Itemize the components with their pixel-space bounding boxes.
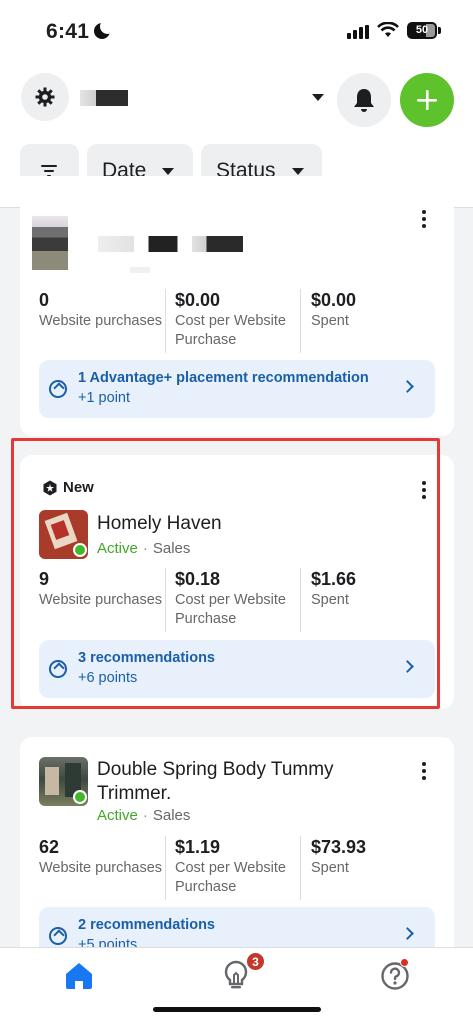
cellular-signal-icon <box>347 25 369 39</box>
insights-count-badge: 3 <box>246 952 265 971</box>
status-time: 6:41 <box>46 20 90 43</box>
metric-value: $1.66 <box>311 569 357 589</box>
campaign-objective: Sales <box>152 807 191 824</box>
metric-value: 62 <box>39 837 60 857</box>
new-badge-label: New <box>63 479 94 496</box>
campaign-metrics: 0 Website purchases $0.00 Cost per Websi… <box>39 289 436 353</box>
notification-dot <box>400 958 409 967</box>
campaign-name: Double Spring Body Tummy Trimmer. <box>97 759 334 804</box>
metric-label: Website purchases <box>39 313 163 329</box>
arrow-up-circle-icon <box>49 660 67 678</box>
metric-value: 9 <box>39 569 50 589</box>
metric-label: Cost per Website Purchase <box>175 592 286 627</box>
metric-label: Cost per Website Purchase <box>175 860 286 895</box>
campaign-status: Active <box>97 540 138 557</box>
metric-label: Website purchases <box>39 592 163 608</box>
metric-value: $0.00 <box>311 290 357 310</box>
campaign-metrics: 62 Website purchases $1.19 Cost per Webs… <box>39 836 436 900</box>
active-status-dot <box>73 790 87 804</box>
campaign-card[interactable]: 0 Website purchases $0.00 Cost per Websi… <box>20 176 454 436</box>
chevron-right-icon <box>401 380 414 393</box>
metric-spent: $73.93 Spent <box>300 836 427 900</box>
campaign-card[interactable]: New Homely Haven Active · Sales 9 Website … <box>20 455 454 709</box>
metric-spent: $0.00 Spent <box>300 289 427 353</box>
recommendation-points: +6 points <box>78 670 138 686</box>
metric-spent: $1.66 Spent <box>300 568 427 632</box>
arrow-up-circle-icon <box>49 380 67 398</box>
home-icon[interactable] <box>64 962 94 990</box>
bottom-nav: 3 <box>0 947 473 1024</box>
home-indicator <box>153 1007 321 1012</box>
more-options-icon[interactable] <box>422 481 426 502</box>
bell-icon <box>354 89 374 112</box>
metric-cost: $0.00 Cost per Website Purchase <box>165 289 289 353</box>
campaign-objective: Sales <box>152 540 191 557</box>
campaign-name-redacted <box>98 236 243 252</box>
metric-results: 62 Website purchases <box>39 836 165 900</box>
metric-value: $1.19 <box>175 837 221 857</box>
plus-icon <box>417 90 437 110</box>
metric-value: $0.18 <box>175 569 221 589</box>
wifi-icon <box>377 22 399 37</box>
campaign-card[interactable]: Double Spring Body Tummy Trimmer. Active… <box>20 737 454 967</box>
recommendation-title: 1 Advantage+ placement recommendation <box>78 370 369 386</box>
status-bar: 6:41 50 <box>0 0 473 60</box>
recommendation-title: 2 recommendations <box>78 917 215 933</box>
metric-value: $73.93 <box>311 837 367 857</box>
notifications-button[interactable] <box>337 73 391 127</box>
campaign-thumbnail-redacted <box>32 216 68 270</box>
caret-down-icon <box>162 168 174 175</box>
campaign-status: Active <box>97 807 138 824</box>
battery-level: 50 <box>415 24 429 36</box>
metric-cost: $1.19 Cost per Website Purchase <box>165 836 289 900</box>
arrow-up-circle-icon <box>49 927 67 945</box>
settings-button[interactable] <box>21 73 69 121</box>
metric-label: Cost per Website Purchase <box>175 313 286 348</box>
campaign-name: Homely Haven <box>97 513 222 534</box>
gear-icon <box>35 87 55 107</box>
metric-label: Spent <box>311 860 349 876</box>
campaign-status-redacted <box>130 267 150 273</box>
campaign-status-line: Active · Sales <box>97 807 191 824</box>
campaign-status-line: Active · Sales <box>97 540 191 557</box>
recommendation-banner[interactable]: 3 recommendations +6 points <box>39 640 435 698</box>
metric-label: Website purchases <box>39 860 163 876</box>
metric-results: 0 Website purchases <box>39 289 165 353</box>
create-button[interactable] <box>400 73 454 127</box>
more-options-icon[interactable] <box>422 762 426 783</box>
chevron-right-icon <box>401 927 414 940</box>
metric-cost: $0.18 Cost per Website Purchase <box>165 568 289 632</box>
metric-label: Spent <box>311 592 349 608</box>
metric-results: 9 Website purchases <box>39 568 165 632</box>
metric-value: 0 <box>39 290 50 310</box>
recommendation-title: 3 recommendations <box>78 650 215 666</box>
campaign-metrics: 9 Website purchases $0.18 Cost per Websi… <box>39 568 436 632</box>
battery-icon: 50 <box>407 22 437 39</box>
hexagon-icon <box>43 480 57 496</box>
account-name-redacted[interactable] <box>80 90 128 106</box>
metric-label: Spent <box>311 313 349 329</box>
moon-icon <box>94 19 115 39</box>
chevron-right-icon <box>401 660 414 673</box>
more-options-icon[interactable] <box>422 210 426 231</box>
active-status-dot <box>73 543 87 557</box>
recommendation-points: +1 point <box>78 390 131 406</box>
chevron-down-icon[interactable] <box>312 94 324 101</box>
recommendation-banner[interactable]: 1 Advantage+ placement recommendation +1… <box>39 360 435 418</box>
metric-value: $0.00 <box>175 290 221 310</box>
caret-down-icon <box>292 168 304 175</box>
